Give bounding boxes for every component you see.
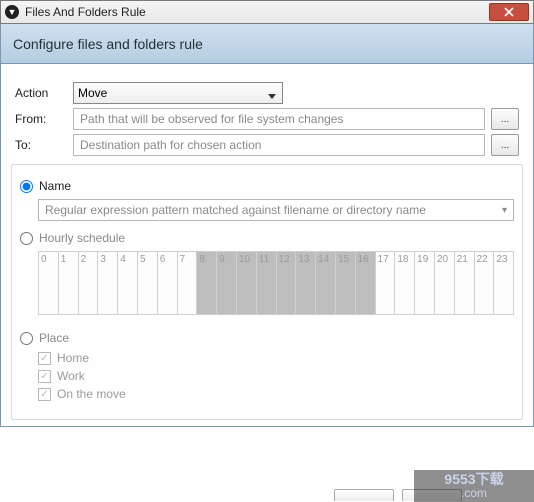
hour-cell-2[interactable]: 2 xyxy=(79,252,99,314)
watermark: 9553下载 .com xyxy=(414,470,534,502)
to-placeholder: Destination path for chosen action xyxy=(80,138,261,152)
action-select[interactable]: Move xyxy=(73,82,283,104)
hour-cell-11[interactable]: 11 xyxy=(257,252,277,314)
radio-place[interactable]: Place xyxy=(20,331,514,345)
hour-cell-0[interactable]: 0 xyxy=(39,252,59,314)
action-value: Move xyxy=(78,86,107,100)
hour-cell-9[interactable]: 9 xyxy=(217,252,237,314)
name-pattern-select[interactable]: Regular expression pattern matched again… xyxy=(38,199,514,221)
radio-name-label: Name xyxy=(39,179,71,193)
radio-hourly[interactable]: Hourly schedule xyxy=(20,231,514,245)
hour-cell-3[interactable]: 3 xyxy=(98,252,118,314)
window-title: Files And Folders Rule xyxy=(25,5,489,19)
name-pattern-placeholder: Regular expression pattern matched again… xyxy=(45,203,426,217)
from-placeholder: Path that will be observed for file syst… xyxy=(80,112,343,126)
chevron-down-icon xyxy=(268,88,278,98)
place-onthemove[interactable]: ✓ On the move xyxy=(38,387,514,401)
close-button[interactable] xyxy=(489,3,529,21)
dialog-button[interactable] xyxy=(334,489,394,501)
to-input[interactable]: Destination path for chosen action xyxy=(73,134,485,156)
hour-cell-16[interactable]: 16 xyxy=(356,252,376,314)
radio-place-label: Place xyxy=(39,331,69,345)
hour-cell-13[interactable]: 13 xyxy=(296,252,316,314)
hour-cell-17[interactable]: 17 xyxy=(376,252,396,314)
radio-name-input[interactable] xyxy=(20,180,33,193)
hour-cell-14[interactable]: 14 xyxy=(316,252,336,314)
checkbox-icon: ✓ xyxy=(38,388,51,401)
hour-cell-22[interactable]: 22 xyxy=(475,252,495,314)
place-home[interactable]: ✓ Home xyxy=(38,351,514,365)
hour-cell-6[interactable]: 6 xyxy=(158,252,178,314)
page-title: Configure files and folders rule xyxy=(13,36,203,52)
radio-hourly-input[interactable] xyxy=(20,232,33,245)
radio-name[interactable]: Name xyxy=(20,179,514,193)
place-move-label: On the move xyxy=(57,387,126,401)
hour-cell-10[interactable]: 10 xyxy=(237,252,257,314)
watermark-line1: 9553下载 xyxy=(444,472,503,487)
place-work[interactable]: ✓ Work xyxy=(38,369,514,383)
hour-cell-19[interactable]: 19 xyxy=(415,252,435,314)
hour-cell-1[interactable]: 1 xyxy=(59,252,79,314)
hour-cell-8[interactable]: 8 xyxy=(197,252,217,314)
hour-cell-7[interactable]: 7 xyxy=(178,252,198,314)
hour-cell-12[interactable]: 12 xyxy=(277,252,297,314)
hour-cell-18[interactable]: 18 xyxy=(395,252,415,314)
place-work-label: Work xyxy=(57,369,85,383)
to-label: To: xyxy=(15,138,73,152)
hour-cell-20[interactable]: 20 xyxy=(435,252,455,314)
from-input[interactable]: Path that will be observed for file syst… xyxy=(73,108,485,130)
app-icon: ▼ xyxy=(5,5,19,19)
from-label: From: xyxy=(15,112,73,126)
radio-place-input[interactable] xyxy=(20,332,33,345)
from-browse-button[interactable]: ... xyxy=(491,108,519,130)
watermark-line2: .com xyxy=(461,487,487,500)
place-home-label: Home xyxy=(57,351,89,365)
checkbox-icon: ✓ xyxy=(38,352,51,365)
to-browse-button[interactable]: ... xyxy=(491,134,519,156)
radio-hourly-label: Hourly schedule xyxy=(39,231,125,245)
hour-cell-15[interactable]: 15 xyxy=(336,252,356,314)
hour-cell-21[interactable]: 21 xyxy=(455,252,475,314)
checkbox-icon: ✓ xyxy=(38,370,51,383)
action-label: Action xyxy=(15,86,73,100)
hour-cell-5[interactable]: 5 xyxy=(138,252,158,314)
hour-cell-4[interactable]: 4 xyxy=(118,252,138,314)
hourly-grid[interactable]: 01234567891011121314151617181920212223 xyxy=(38,251,514,315)
chevron-down-icon: ▾ xyxy=(502,205,507,216)
hour-cell-23[interactable]: 23 xyxy=(494,252,513,314)
